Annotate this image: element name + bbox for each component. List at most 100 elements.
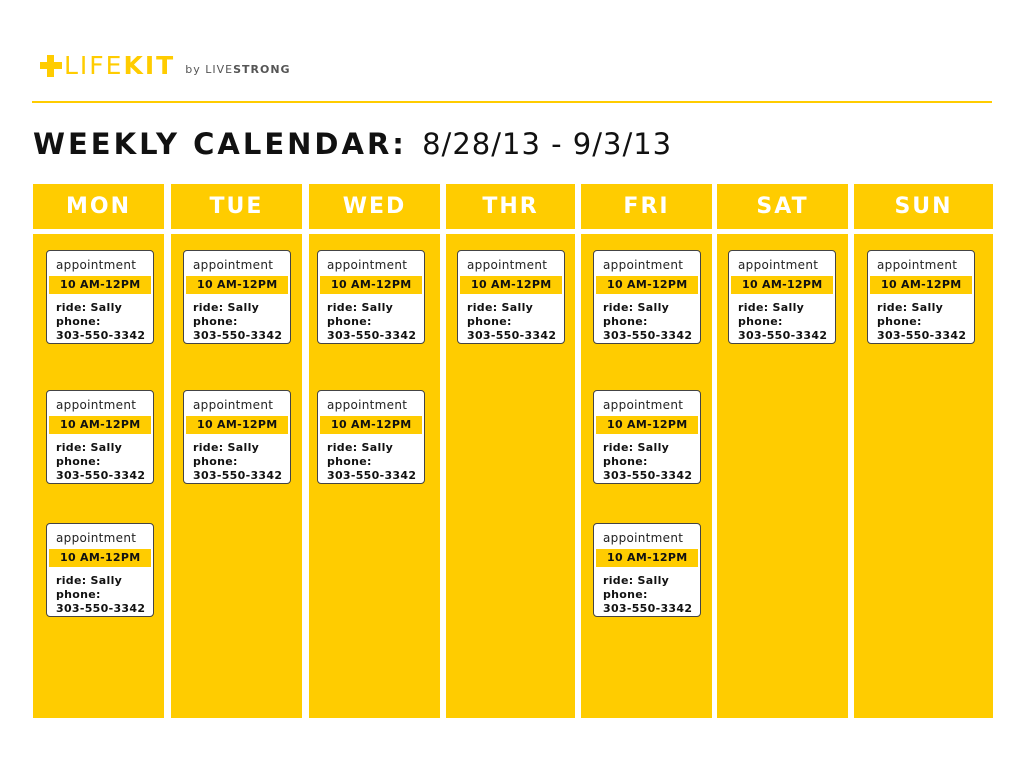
appointment-label: appointment	[193, 398, 274, 412]
appointment-phone: 303-550-3342	[56, 329, 146, 342]
appointment-time: 10 AM-12PM	[731, 276, 833, 294]
appointment-ride: ride: Sally	[738, 301, 805, 314]
appointment-time: 10 AM-12PM	[460, 276, 562, 294]
appointment-time: 10 AM-12PM	[596, 416, 698, 434]
appointment-label: appointment	[56, 531, 137, 545]
appointment-details: ride: Sally phone: 303-550-3342	[56, 574, 145, 616]
appointment-ride: ride: Sally	[327, 441, 394, 454]
appointment-card[interactable]: appointment 10 AM-12PM ride: Sally phone: 30…	[728, 250, 836, 344]
appointment-time: 10 AM-12PM	[596, 549, 698, 567]
day-header-tue: TUE	[171, 184, 302, 229]
appointment-details: ride: Sally phone: 303-550-3342	[327, 441, 416, 483]
appointment-phone-label: phone:	[603, 315, 648, 328]
appointment-card[interactable]: appointment 10 AM-12PM ride: Sally phone: 30…	[183, 250, 291, 344]
appointment-phone: 303-550-3342	[877, 329, 967, 342]
logo-live-text: LIVE	[205, 63, 234, 76]
appointment-phone: 303-550-3342	[56, 469, 146, 482]
appointment-label: appointment	[738, 258, 819, 272]
lifekit-logo: LIFE KIT by LIVESTRONG	[40, 52, 291, 80]
appointment-phone-label: phone:	[193, 455, 238, 468]
appointment-ride: ride: Sally	[327, 301, 394, 314]
appointment-phone: 303-550-3342	[327, 469, 417, 482]
appointment-phone: 303-550-3342	[603, 329, 693, 342]
appointment-time: 10 AM-12PM	[320, 276, 422, 294]
appointment-time: 10 AM-12PM	[186, 276, 288, 294]
day-header-thr: THR	[446, 184, 575, 229]
appointment-ride: ride: Sally	[193, 441, 260, 454]
appointment-card[interactable]: appointment 10 AM-12PM ride: Sally phone: 30…	[593, 250, 701, 344]
page-title-dates: 8/28/13 - 9/3/13	[422, 127, 673, 161]
appointment-phone-label: phone:	[603, 455, 648, 468]
appointment-phone-label: phone:	[327, 455, 372, 468]
appointment-card[interactable]: appointment 10 AM-12PM ride: Sally phone: 30…	[593, 390, 701, 484]
appointment-details: ride: Sally phone: 303-550-3342	[56, 301, 145, 343]
appointment-card[interactable]: appointment 10 AM-12PM ride: Sally phone: 30…	[457, 250, 565, 344]
appointment-ride: ride: Sally	[877, 301, 944, 314]
appointment-details: ride: Sally phone: 303-550-3342	[56, 441, 145, 483]
appointment-card[interactable]: appointment 10 AM-12PM ride: Sally phone: 30…	[46, 250, 154, 344]
appointment-details: ride: Sally phone: 303-550-3342	[603, 441, 692, 483]
appointment-card[interactable]: appointment 10 AM-12PM ride: Sally phone: 30…	[317, 250, 425, 344]
page-title: WEEKLY CALENDAR: 8/28/13 - 9/3/13	[33, 126, 672, 162]
appointment-phone: 303-550-3342	[56, 602, 146, 615]
day-header-fri: FRI	[581, 184, 712, 229]
appointment-ride: ride: Sally	[56, 301, 123, 314]
appointment-label: appointment	[603, 398, 684, 412]
logo-life-text: LIFE	[64, 51, 124, 80]
appointment-phone-label: phone:	[738, 315, 783, 328]
appointment-details: ride: Sally phone: 303-550-3342	[193, 441, 282, 483]
appointment-label: appointment	[603, 258, 684, 272]
appointment-label: appointment	[56, 398, 137, 412]
appointment-phone-label: phone:	[56, 588, 101, 601]
appointment-card[interactable]: appointment 10 AM-12PM ride: Sally phone: 30…	[867, 250, 975, 344]
appointment-phone-label: phone:	[877, 315, 922, 328]
appointment-ride: ride: Sally	[603, 574, 670, 587]
appointment-ride: ride: Sally	[603, 301, 670, 314]
appointment-ride: ride: Sally	[193, 301, 260, 314]
appointment-details: ride: Sally phone: 303-550-3342	[738, 301, 827, 343]
appointment-label: appointment	[327, 398, 408, 412]
appointment-phone: 303-550-3342	[738, 329, 828, 342]
header-divider	[32, 101, 992, 103]
appointment-details: ride: Sally phone: 303-550-3342	[193, 301, 282, 343]
appointment-time: 10 AM-12PM	[320, 416, 422, 434]
logo-strong-text: STRONG	[233, 63, 291, 76]
appointment-time: 10 AM-12PM	[186, 416, 288, 434]
appointment-phone-label: phone:	[327, 315, 372, 328]
appointment-phone-label: phone:	[56, 315, 101, 328]
appointment-time: 10 AM-12PM	[49, 416, 151, 434]
appointment-label: appointment	[56, 258, 137, 272]
appointment-phone-label: phone:	[193, 315, 238, 328]
appointment-phone: 303-550-3342	[193, 469, 283, 482]
appointment-details: ride: Sally phone: 303-550-3342	[327, 301, 416, 343]
appointment-phone: 303-550-3342	[327, 329, 417, 342]
appointment-phone: 303-550-3342	[193, 329, 283, 342]
appointment-phone-label: phone:	[467, 315, 512, 328]
appointment-details: ride: Sally phone: 303-550-3342	[467, 301, 556, 343]
appointment-card[interactable]: appointment 10 AM-12PM ride: Sally phone: 30…	[593, 523, 701, 617]
logo-byline: by LIVESTRONG	[185, 63, 290, 77]
page-title-label: WEEKLY CALENDAR:	[33, 127, 407, 161]
appointment-label: appointment	[877, 258, 958, 272]
appointment-time: 10 AM-12PM	[870, 276, 972, 294]
appointment-ride: ride: Sally	[603, 441, 670, 454]
appointment-card[interactable]: appointment 10 AM-12PM ride: Sally phone: 30…	[46, 523, 154, 617]
appointment-phone-label: phone:	[603, 588, 648, 601]
appointment-phone: 303-550-3342	[603, 602, 693, 615]
appointment-time: 10 AM-12PM	[596, 276, 698, 294]
appointment-time: 10 AM-12PM	[49, 276, 151, 294]
appointment-phone: 303-550-3342	[603, 469, 693, 482]
day-header-sat: SAT	[717, 184, 848, 229]
appointment-label: appointment	[603, 531, 684, 545]
logo-kit-text: KIT	[123, 51, 176, 80]
appointment-card[interactable]: appointment 10 AM-12PM ride: Sally phone: 30…	[46, 390, 154, 484]
appointment-card[interactable]: appointment 10 AM-12PM ride: Sally phone: 30…	[183, 390, 291, 484]
logo-by-text: by	[185, 63, 201, 76]
appointment-card[interactable]: appointment 10 AM-12PM ride: Sally phone: 30…	[317, 390, 425, 484]
appointment-ride: ride: Sally	[467, 301, 534, 314]
appointment-phone-label: phone:	[56, 455, 101, 468]
day-header-mon: MON	[33, 184, 164, 229]
appointment-label: appointment	[327, 258, 408, 272]
appointment-details: ride: Sally phone: 303-550-3342	[877, 301, 966, 343]
plus-icon	[40, 55, 62, 77]
